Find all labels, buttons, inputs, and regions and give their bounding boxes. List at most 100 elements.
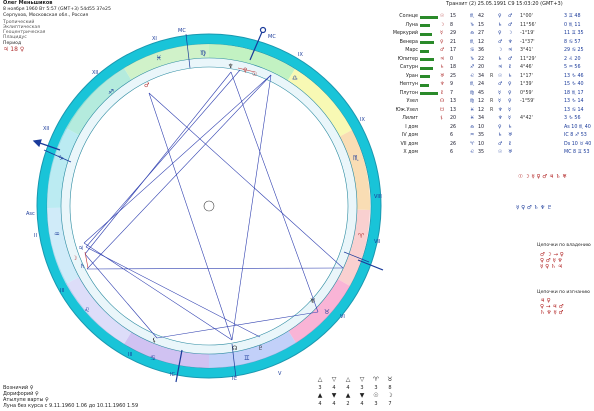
transit-position: 3 ♑ 56 [564, 116, 581, 121]
water-triangle-icon: ▽ [359, 376, 365, 383]
planet-minutes: 34 [478, 73, 485, 79]
planet-degree: 8 [450, 22, 454, 28]
planet-sign: ♑ [470, 56, 475, 62]
planet-minutes: 22 [478, 56, 485, 62]
planet-strength-bar [420, 41, 434, 44]
transit-position: IC 8 ♐ 53 [564, 133, 587, 138]
exaltation-glyph: ♂ [508, 14, 513, 19]
ruler-glyph: ☉ [498, 73, 503, 79]
ruler-glyph: ☿ [498, 99, 501, 104]
svg-text:☽: ☽ [72, 255, 77, 262]
aspect-orb: 4°46' [520, 65, 533, 70]
planet-degree: 6 [450, 150, 454, 155]
count-2-a: 4 [318, 401, 322, 407]
ruler-glyph: ♂ [498, 82, 503, 87]
svg-text:♍: ♍ [200, 49, 206, 57]
svg-text:♃: ♃ [78, 245, 83, 252]
aspect-orb: -1°19' [520, 31, 535, 36]
svg-text:♀: ♀ [243, 67, 247, 74]
planet-strength-bar [420, 15, 438, 19]
planet-strength-bar [420, 58, 434, 61]
ruler-glyph: ♄ [498, 56, 503, 62]
svg-text:♋: ♋ [150, 354, 156, 362]
exaltation-glyph: ♄ [508, 73, 513, 79]
planet-name: Меркурий [392, 31, 418, 36]
planet-minutes: 35 [478, 150, 485, 155]
aspect-orb: 11°29' [520, 56, 536, 62]
count-water: 3 [360, 385, 364, 391]
ruler-glyph: ♃ [498, 65, 503, 70]
planet-name: VII дом [400, 141, 418, 147]
planet-minutes: 12 [478, 107, 485, 113]
planet-minutes: 45 [478, 90, 485, 96]
aspect-orb: 4°42' [520, 116, 533, 121]
exaltation-glyph: ☿ [508, 107, 511, 113]
exaltation-glyph: ♃ [508, 48, 513, 53]
aspect-orb: -1°37' [520, 39, 535, 45]
svg-text:♂: ♂ [144, 82, 149, 89]
svg-text:♉: ♉ [324, 308, 330, 316]
planet-minutes: 36 [478, 48, 485, 53]
ruler-glyph: ♄ [498, 133, 503, 138]
planet-name: Плутон [399, 90, 418, 96]
planet-name: Марс [405, 48, 418, 53]
chain-exile: ♃ ♀ ♀ → ♃ ♂ ♄ ♆ ☿ ♂ [540, 298, 564, 316]
svg-text:XI: XI [152, 36, 157, 42]
planet-glyph: ☊ [440, 99, 445, 104]
planet-name: Лилит [402, 116, 418, 121]
planet-glyph: ♅ [440, 73, 445, 79]
svg-text:IC: IC [232, 376, 237, 382]
svg-text:VIII: VIII [374, 194, 382, 200]
svg-text:♑: ♑ [58, 154, 64, 162]
planet-sign: ♏ [470, 82, 475, 87]
svg-text:♓: ♓ [156, 54, 162, 62]
planet-sign: ♐ [470, 65, 475, 70]
planet-name: Сатурн [399, 65, 418, 70]
aspect-orb: 1°39' [520, 82, 533, 87]
fire-triangle-icon: △ [317, 376, 323, 383]
exaltation-glyph: ♂ [508, 56, 513, 62]
retrograde-flag: R [490, 73, 494, 79]
count-2-e: 3 [374, 401, 378, 407]
planet-name: Луна [405, 22, 418, 28]
svg-text:♇: ♇ [258, 345, 263, 352]
ruler-glyph: ♀ [498, 14, 502, 19]
svg-text:V: V [278, 371, 282, 377]
chains-ownership-title: Цепочки по владению [537, 243, 591, 248]
svg-text:♆: ♆ [228, 63, 233, 70]
svg-text:♒: ♒ [54, 230, 60, 238]
planet-name: IV дом [401, 133, 418, 138]
exaltation-glyph: ♇ [508, 65, 513, 70]
count-2-c: 2 [346, 401, 350, 407]
planet-glyph: ☽ [440, 22, 445, 28]
planet-name: X дом [403, 150, 418, 155]
planet-degree: 7 [450, 90, 454, 96]
planet-strength-bar [420, 66, 433, 70]
air-triangle-icon: △ [345, 376, 351, 383]
exaltation-glyph: ☿ [508, 116, 511, 121]
planet-degree: 17 [450, 48, 457, 53]
svg-text:IX: IX [298, 52, 303, 58]
natal-chart-wheel[interactable]: ♀ ☉ ♆ ♃ ☽ ♄ ♂ ♅ ☊ ♇ ⚸ ♍ ♎ ♏ ♈ ♉ ♊ ♋ ♌ ♒ … [0, 0, 594, 411]
transit-position: As 10 ♏ 40 [564, 124, 591, 130]
planet-minutes: 10 [478, 141, 485, 147]
exaltation-glyph: ☽ [508, 31, 513, 36]
exaltation-glyph: ♅ [508, 133, 513, 138]
planet-sign: ♋ [470, 48, 475, 53]
ruler-glyph: ♀ [498, 124, 502, 130]
svg-text:☉: ☉ [252, 71, 257, 78]
planet-sign: ♏ [470, 39, 475, 45]
planet-glyph: ♇ [440, 90, 445, 96]
planet-sign: ♑ [470, 22, 475, 28]
transit-position: 5 ♒ 56 [564, 65, 581, 70]
planet-degree: 20 [450, 116, 457, 121]
svg-text:VII: VII [374, 239, 380, 245]
transit-position: 0 ♏ 11 [564, 22, 581, 28]
transit-position: 2 ♌ 20 [564, 56, 581, 62]
retrograde-flag: R [490, 107, 494, 113]
earth-triangle-icon: ▽ [331, 376, 337, 383]
transit-position: 3 ♊ 48 [564, 14, 581, 19]
planet-name: Юпитер [397, 56, 418, 62]
exaltation-glyph: ♅ [508, 150, 513, 155]
planet-strength-bar [420, 75, 430, 78]
